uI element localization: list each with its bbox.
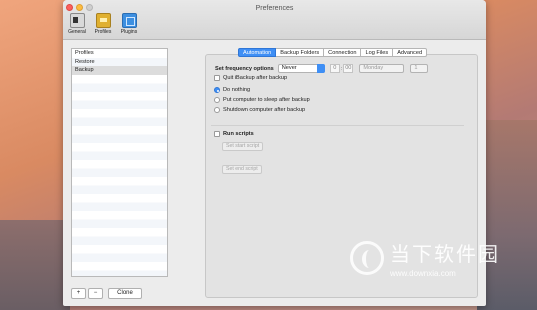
list-item-selected[interactable]: Backup: [72, 66, 167, 75]
weekday-select[interactable]: Monday: [359, 64, 405, 73]
general-icon: [69, 13, 85, 28]
toolbar-profiles-label: Profiles: [94, 29, 112, 35]
run-scripts-label: Run scripts: [223, 131, 254, 137]
after-option-do-nothing[interactable]: Do nothing: [214, 87, 250, 93]
preferences-toolbar: General Profiles Plugins: [65, 13, 141, 35]
quit-checkbox[interactable]: [214, 75, 220, 81]
toolbar-plugins[interactable]: Plugins: [117, 13, 141, 35]
clone-profile-button[interactable]: Clone: [108, 288, 142, 299]
watermark-text: 当下软件园: [390, 244, 500, 266]
time-separator: :: [340, 65, 343, 72]
toolbar-general-label: General: [68, 29, 86, 35]
sleep-radio[interactable]: [214, 97, 220, 103]
sleep-label: Put computer to sleep after backup: [223, 97, 310, 103]
frequency-row: Set frequency options Never 0 : 00 Monda…: [215, 64, 429, 73]
run-scripts-checkbox[interactable]: [214, 131, 220, 137]
do-nothing-label: Do nothing: [223, 87, 251, 93]
list-buttons: + − Clone: [71, 288, 142, 299]
title-bar: Preferences General Profiles Plugins: [63, 0, 486, 40]
after-option-shutdown[interactable]: Shutdown computer after backup: [214, 107, 305, 113]
shutdown-radio[interactable]: [214, 107, 220, 113]
frequency-select[interactable]: Never: [277, 64, 325, 73]
after-option-sleep[interactable]: Put computer to sleep after backup: [214, 97, 310, 103]
quit-option[interactable]: Quit iBackup after backup: [214, 75, 287, 81]
run-scripts-option[interactable]: Run scripts: [214, 131, 254, 137]
set-end-script-button[interactable]: Set end script: [222, 165, 262, 174]
day-select[interactable]: 1: [410, 64, 429, 73]
desktop-mountain-left: [0, 220, 70, 310]
tab-automation[interactable]: Automation: [238, 48, 277, 57]
section-divider: [211, 125, 464, 126]
window-title: Preferences: [255, 5, 294, 12]
toolbar-plugins-label: Plugins: [120, 29, 138, 35]
shutdown-label: Shutdown computer after backup: [223, 107, 306, 113]
toolbar-profiles[interactable]: Profiles: [91, 13, 115, 35]
tab-advanced[interactable]: Advanced: [393, 48, 428, 57]
tab-connection[interactable]: Connection: [324, 48, 362, 57]
watermark-logo-icon: [350, 241, 384, 275]
list-item[interactable]: Profiles: [72, 49, 167, 58]
plugins-icon: [121, 13, 137, 28]
add-profile-button[interactable]: +: [71, 288, 86, 299]
profiles-list[interactable]: Profiles Restore Backup: [71, 48, 168, 277]
tab-log-files[interactable]: Log Files: [361, 48, 394, 57]
watermark-text-block: 当下软件园 www.downxia.com: [390, 238, 500, 278]
tab-backup-folders[interactable]: Backup Folders: [276, 48, 325, 57]
set-start-script-button[interactable]: Set start script: [222, 142, 264, 151]
list-item[interactable]: Restore: [72, 57, 167, 66]
tab-bar: Automation Backup Folders Connection Log…: [238, 48, 428, 57]
desktop-mountain-right: [477, 120, 537, 310]
minute-field[interactable]: 00: [343, 64, 354, 73]
watermark: 当下软件园 www.downxia.com: [350, 238, 500, 278]
quit-label: Quit iBackup after backup: [223, 75, 288, 81]
toolbar-general[interactable]: General: [65, 13, 89, 35]
watermark-url: www.downxia.com: [390, 269, 456, 278]
list-empty-rows: [72, 74, 167, 276]
remove-profile-button[interactable]: −: [88, 288, 103, 299]
hour-field[interactable]: 0: [329, 64, 340, 73]
profiles-icon: [95, 13, 111, 28]
frequency-label: Set frequency options: [215, 65, 274, 72]
do-nothing-radio[interactable]: [214, 87, 220, 93]
